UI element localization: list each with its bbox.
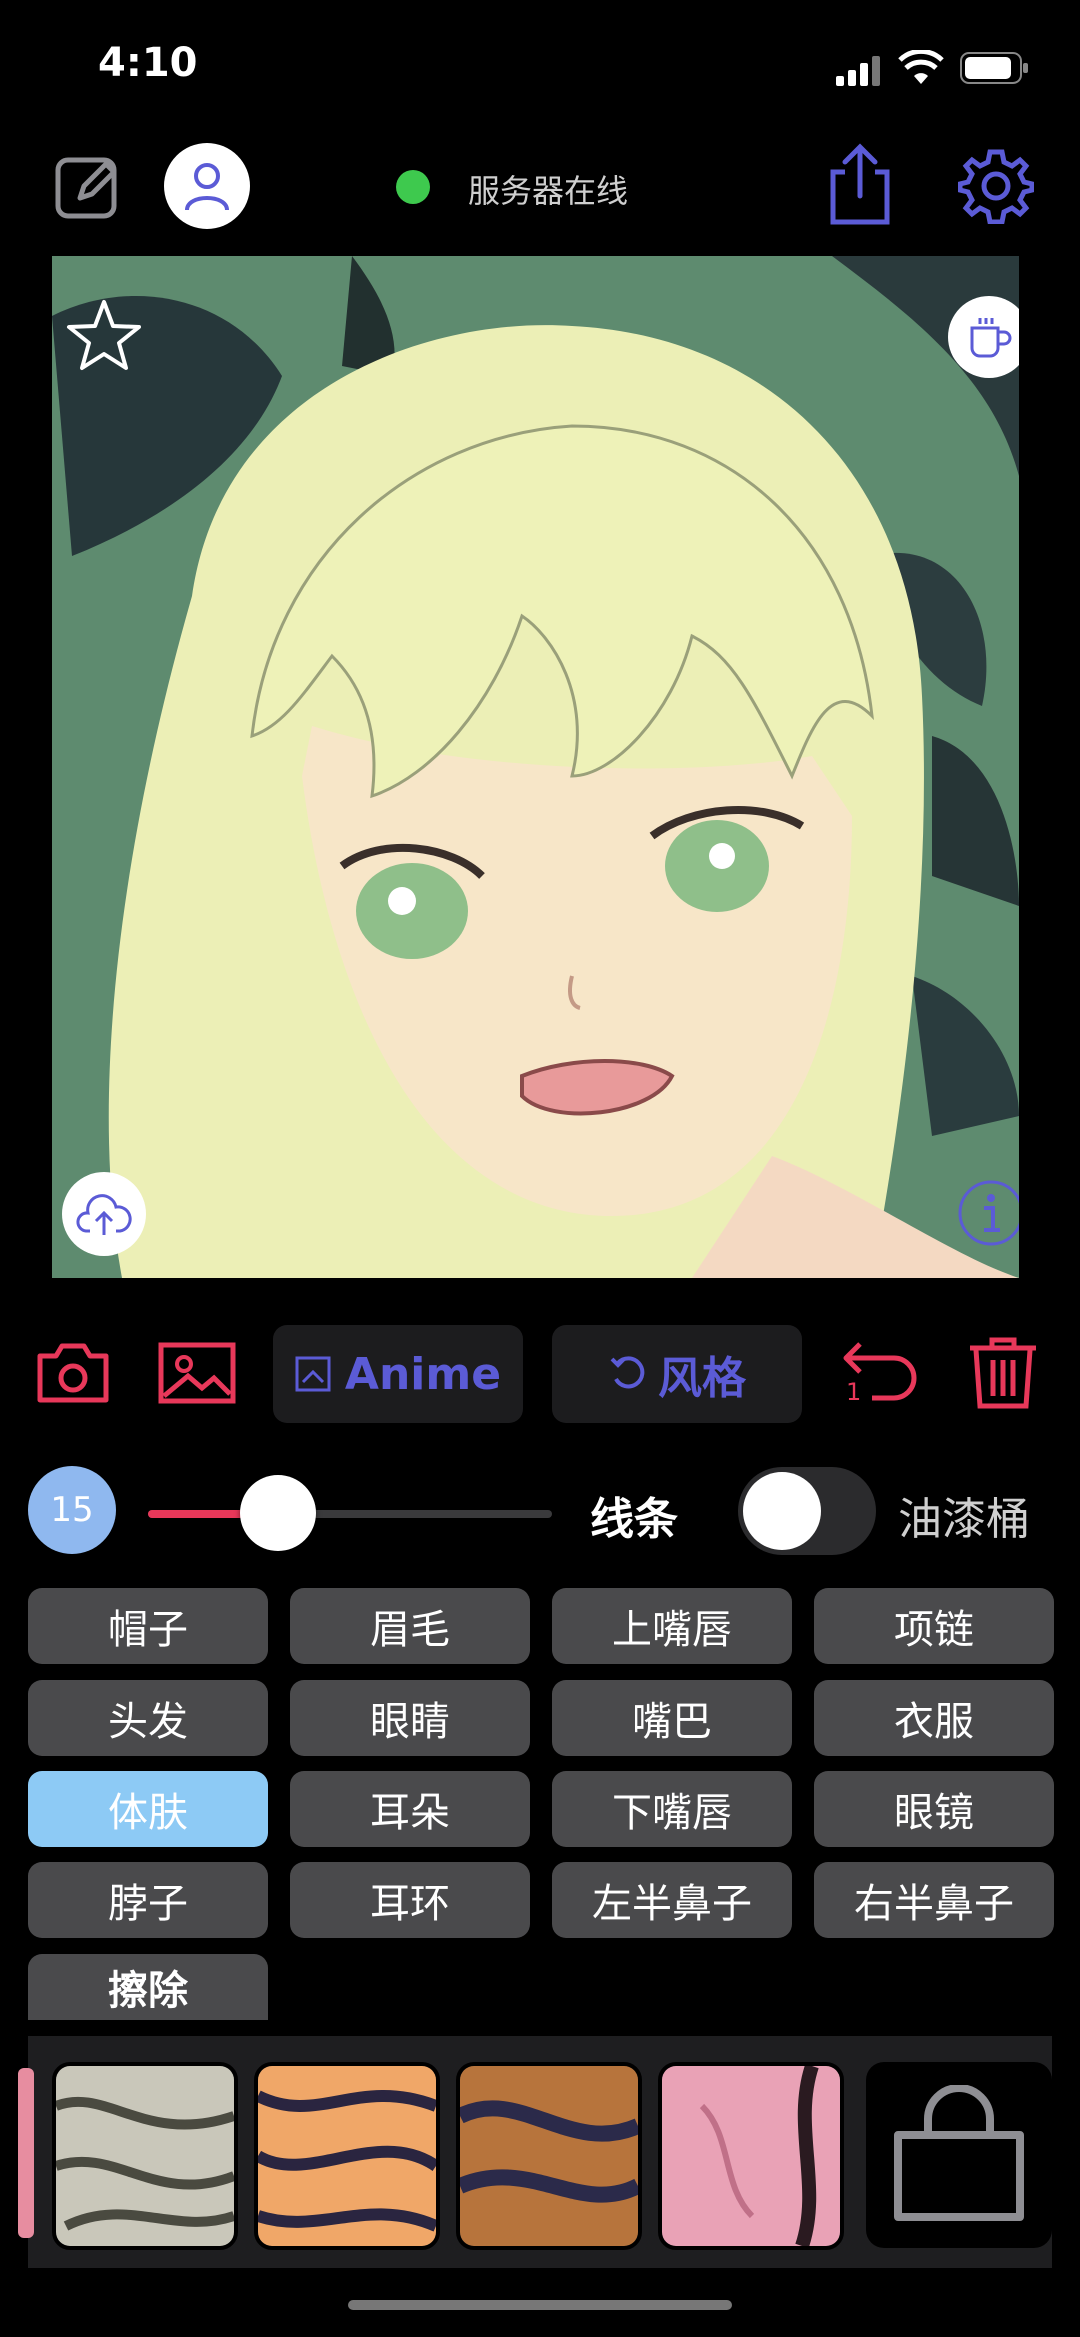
info-icon	[958, 1180, 1019, 1246]
favorite-button[interactable]	[64, 296, 144, 376]
battery-icon	[960, 52, 1030, 88]
style-model-pill[interactable]: Anime	[273, 1325, 523, 1423]
tag-button[interactable]: 上嘴唇	[552, 1588, 792, 1664]
gear-icon	[958, 149, 1034, 224]
avatar-button[interactable]	[164, 143, 250, 229]
share-button[interactable]	[820, 140, 900, 230]
tag-button[interactable]: 嘴巴	[552, 1680, 792, 1756]
tag-button[interactable]: 右半鼻子	[814, 1862, 1054, 1938]
tag-button[interactable]: 头发	[28, 1680, 268, 1756]
undo-count: 1	[846, 1378, 862, 1406]
edit-icon	[55, 157, 117, 219]
tag-button[interactable]: 眼睛	[290, 1680, 530, 1756]
tag-button[interactable]: 帽子	[28, 1588, 268, 1664]
gallery-button[interactable]	[158, 1340, 236, 1406]
line-mode-label: 线条	[590, 1494, 678, 1545]
delete-button[interactable]	[966, 1336, 1040, 1410]
tag-button[interactable]: 眉毛	[290, 1588, 530, 1664]
camera-icon	[37, 1343, 109, 1403]
wifi-icon	[898, 48, 944, 90]
tag-button[interactable]: 眼镜	[814, 1771, 1054, 1847]
upload-icon	[76, 1194, 132, 1235]
tag-button[interactable]: 耳环	[290, 1862, 530, 1938]
anime-portrait-image	[52, 256, 1019, 1278]
texture-strip[interactable]	[18, 2036, 1052, 2268]
tag-button[interactable]: 脖子	[28, 1862, 268, 1938]
tag-button[interactable]: 下嘴唇	[552, 1771, 792, 1847]
coffee-icon	[970, 318, 1012, 358]
upload-button[interactable]	[62, 1172, 146, 1256]
settings-button[interactable]	[956, 146, 1036, 226]
texture-swatch-pink[interactable]	[658, 2062, 844, 2250]
line-bucket-toggle-knob	[743, 1472, 821, 1550]
tag-button[interactable]: 耳朵	[290, 1771, 530, 1847]
texture-swatch-tiger[interactable]	[456, 2062, 642, 2250]
camera-button[interactable]	[36, 1338, 110, 1412]
texture-swatch-gray[interactable]	[52, 2062, 238, 2250]
bucket-mode-label: 油漆桶	[898, 1494, 1030, 1545]
tag-button[interactable]: 衣服	[814, 1680, 1054, 1756]
signal-icon	[836, 54, 884, 90]
tag-button[interactable]: 擦除	[28, 1954, 268, 2020]
image-thumb-icon	[295, 1356, 331, 1392]
server-status-text: 服务器在线	[468, 172, 629, 210]
style-button-label: 风格	[658, 1353, 746, 1404]
brush-size-indicator: 15	[28, 1466, 116, 1554]
tag-button[interactable]: 项链	[814, 1588, 1054, 1664]
undo-button[interactable]: 1	[840, 1336, 920, 1408]
info-button[interactable]	[956, 1178, 1019, 1248]
status-time: 4:10	[98, 40, 198, 86]
anime-image-canvas[interactable]	[52, 256, 1019, 1278]
edit-button[interactable]	[52, 150, 126, 224]
trash-icon	[970, 1337, 1036, 1409]
home-indicator	[348, 2300, 732, 2310]
image-icon	[158, 1342, 236, 1404]
texture-swatch-partial[interactable]	[18, 2068, 34, 2238]
tag-button[interactable]: 左半鼻子	[552, 1862, 792, 1938]
style-button[interactable]: 风格	[552, 1325, 802, 1423]
star-icon	[67, 300, 141, 370]
brush-size-slider-thumb[interactable]	[240, 1475, 316, 1551]
refresh-icon	[610, 1356, 645, 1389]
bag-icon	[894, 2085, 1024, 2221]
store-button[interactable]	[866, 2062, 1052, 2248]
texture-swatch-orange[interactable]	[254, 2062, 440, 2250]
tag-button[interactable]: 体肤	[28, 1771, 268, 1847]
share-icon	[830, 143, 890, 225]
online-indicator	[396, 170, 430, 204]
style-model-label: Anime	[344, 1348, 502, 1400]
avatar-icon	[185, 163, 229, 211]
